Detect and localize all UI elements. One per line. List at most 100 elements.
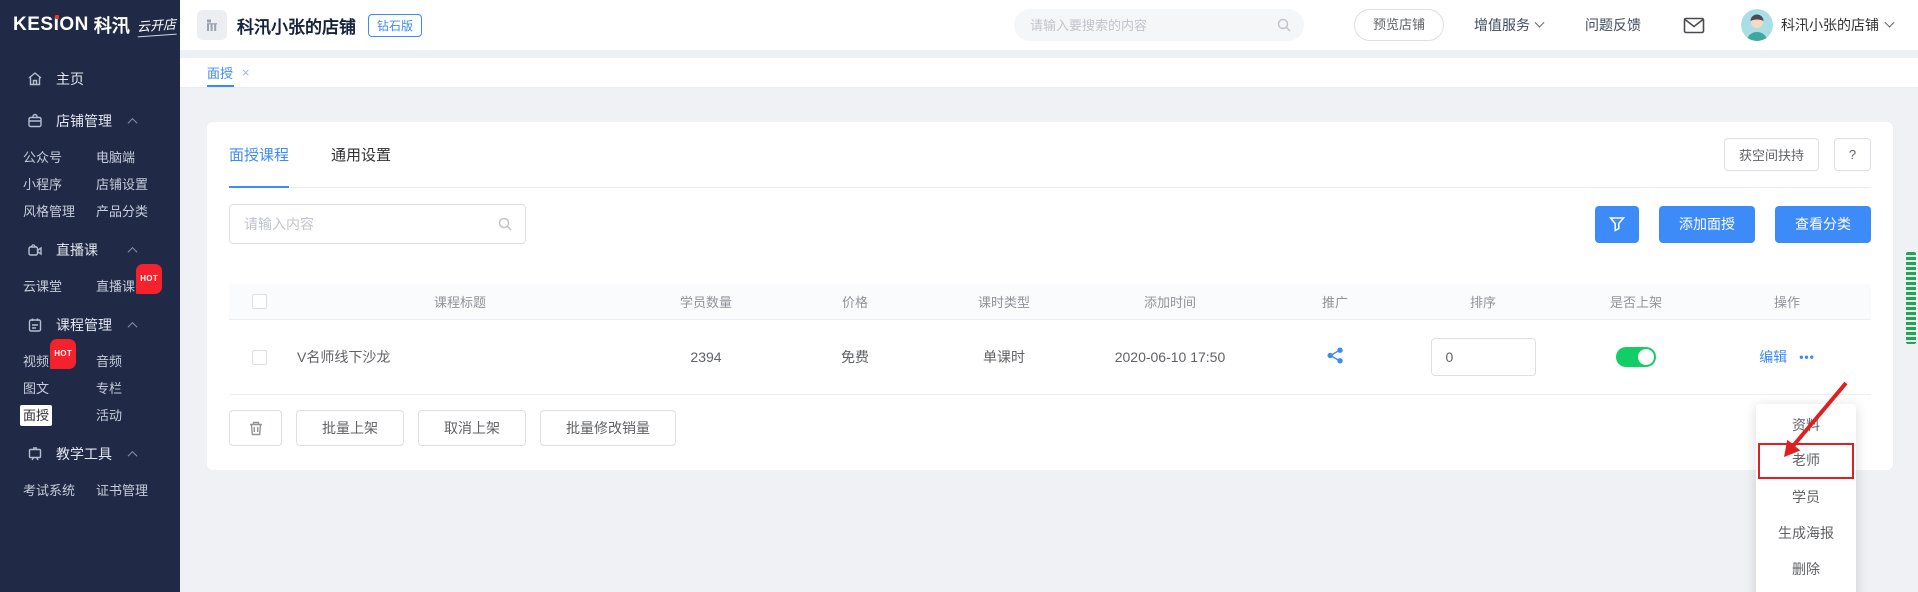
main-area: 科汛小张的店铺 钻石版 预览店铺 增值服务 问题反馈 <box>180 0 1918 592</box>
sidebar-item-mianshou-active[interactable]: 面授 <box>20 405 53 426</box>
sidebar-item-chanpinfenlei[interactable]: 产品分类 <box>93 198 151 225</box>
panel-header: 面授课程 通用设置 获空间扶持 ? <box>229 122 1871 188</box>
column-header-lesson-type: 课时类型 <box>977 295 1030 310</box>
chevron-up-icon <box>127 246 138 257</box>
sidebar-item-yunketang[interactable]: 云课堂 <box>20 273 65 300</box>
sidebar-group-tools[interactable]: 教学工具 <box>0 437 180 471</box>
batch-edit-sales-button[interactable]: 批量修改销量 <box>540 410 676 446</box>
hot-badge: HOT <box>136 264 163 294</box>
context-menu-item-shengchenghaibao[interactable]: 生成海报 <box>1756 515 1856 551</box>
page-tab-bar: 面授 × <box>180 58 1918 88</box>
sidebar-item-zhuanlan[interactable]: 专栏 <box>93 375 125 402</box>
batch-unshelve-button[interactable]: 取消上架 <box>418 410 526 446</box>
app-window: KESION 科汛 云开店 主页 店铺管理 公众号 电脑端 小程序 店铺设置 风… <box>0 0 1918 592</box>
context-menu-item-shanchu[interactable]: 删除 <box>1756 551 1856 587</box>
sidebar-group-live[interactable]: 直播课 <box>0 233 180 267</box>
context-menu-item-laoshi-highlighted[interactable]: 老师 <box>1758 443 1854 479</box>
column-header-promote: 推广 <box>1321 295 1348 310</box>
sidebar-item-shipin[interactable]: 视频 HOT <box>20 339 77 375</box>
sidebar-item-gongzhonghao[interactable]: 公众号 <box>20 144 65 171</box>
sidebar-item-home[interactable]: 主页 <box>0 62 180 96</box>
tab-mianshou-kecheng[interactable]: 面授课程 <box>229 122 290 188</box>
table-toolbar: 添加面授 查看分类 <box>229 204 1871 244</box>
panel-header-buttons: 获空间扶持 ? <box>1723 138 1871 171</box>
help-button[interactable]: ? <box>1834 138 1871 171</box>
share-icon[interactable] <box>1327 347 1344 364</box>
close-icon[interactable]: × <box>242 65 250 80</box>
column-header-students: 学员数量 <box>679 295 732 310</box>
course-panel: 面授课程 通用设置 获空间扶持 ? 请输入内容 添加面授 查看分类 课程标题 学… <box>207 122 1893 470</box>
sidebar-group-label: 店铺管理 <box>56 113 112 129</box>
course-title-cell: V名师线下沙龙 <box>297 349 391 365</box>
tab-tongyong-shezhi[interactable]: 通用设置 <box>331 122 391 187</box>
table-search-input[interactable] <box>244 216 497 232</box>
batch-actions: 批量上架 取消上架 批量修改销量 <box>229 410 1871 446</box>
video-camera-icon <box>27 242 44 259</box>
feedback-link[interactable]: 问题反馈 <box>1585 15 1641 35</box>
sidebar-submenu-tools: 考试系统 证书管理 <box>0 477 180 504</box>
row-context-menu: 资料 老师 学员 生成海报 删除 <box>1756 404 1856 592</box>
batch-delete-button[interactable] <box>229 410 282 446</box>
mail-icon[interactable] <box>1683 17 1705 34</box>
students-count-cell: 2394 <box>690 349 722 365</box>
avatar[interactable] <box>1741 9 1773 41</box>
value-added-services-menu[interactable]: 增值服务 <box>1474 15 1545 35</box>
lesson-type-cell: 单课时 <box>983 349 1025 365</box>
content-area: 面授课程 通用设置 获空间扶持 ? 请输入内容 添加面授 查看分类 课程标题 学… <box>180 88 1918 591</box>
space-support-button[interactable]: 获空间扶持 <box>1723 138 1819 171</box>
sidebar-item-xiaochengxu[interactable]: 小程序 <box>20 171 65 198</box>
column-header-added-time: 添加时间 <box>1143 295 1196 310</box>
search-icon[interactable] <box>1276 17 1292 33</box>
global-search <box>1013 9 1304 41</box>
price-cell: 免费 <box>841 349 869 365</box>
sidebar-item-yinpin[interactable]: 音频 <box>93 348 125 375</box>
sidebar-item-kaoshixitong[interactable]: 考试系统 <box>20 477 78 504</box>
search-icon[interactable] <box>497 216 513 232</box>
tab-mianshou[interactable]: 面授 × <box>207 58 250 87</box>
table-row: V名师线下沙龙 2394 免费 单课时 2020-06-10 17:50 0 编… <box>229 320 1871 395</box>
added-time-cell: 2020-06-10 17:50 <box>1114 349 1226 365</box>
scrollbar-thumb[interactable] <box>1906 252 1916 344</box>
filter-button[interactable] <box>1595 205 1639 243</box>
sort-order-input[interactable] <box>1430 338 1536 376</box>
context-menu-item-xueyuan[interactable]: 学员 <box>1756 479 1856 515</box>
calendar-icon <box>27 317 44 334</box>
add-course-button[interactable]: 添加面授 <box>1659 205 1755 243</box>
hot-badge: HOT <box>50 339 77 369</box>
sidebar-item-diannaoduan[interactable]: 电脑端 <box>93 144 138 171</box>
store-building-icon <box>197 10 227 40</box>
chevron-up-icon <box>127 321 138 332</box>
sidebar-item-zhengshuguanli[interactable]: 证书管理 <box>93 477 151 504</box>
global-search-input[interactable] <box>1029 17 1276 33</box>
chevron-up-icon <box>127 117 138 128</box>
sidebar-item-label: 主页 <box>56 71 84 87</box>
logo-script-text: 云开店 <box>136 13 177 37</box>
sidebar: KESION 科汛 云开店 主页 店铺管理 公众号 电脑端 小程序 店铺设置 风… <box>0 0 180 592</box>
column-header-actions: 操作 <box>1773 295 1800 310</box>
sidebar-item-tuwen[interactable]: 图文 <box>20 375 52 402</box>
view-category-button[interactable]: 查看分类 <box>1775 205 1871 243</box>
sidebar-item-huodong[interactable]: 活动 <box>93 402 125 429</box>
home-icon <box>27 71 44 88</box>
table-search <box>229 204 526 244</box>
on-shelf-toggle[interactable] <box>1616 347 1656 367</box>
sidebar-item-dianpushezhi[interactable]: 店铺设置 <box>93 171 151 198</box>
chevron-down-icon <box>1534 17 1545 28</box>
select-all-checkbox[interactable] <box>251 294 267 309</box>
account-menu[interactable]: 科汛小张的店铺 <box>1781 15 1895 35</box>
sidebar-item-zhiboke[interactable]: 直播课 HOT <box>93 264 163 300</box>
row-checkbox[interactable] <box>251 349 267 365</box>
more-actions-button[interactable]: ••• <box>1799 350 1815 364</box>
context-menu-item-ziliao[interactable]: 资料 <box>1756 407 1856 443</box>
sidebar-group-course[interactable]: 课程管理 <box>0 308 180 342</box>
sidebar-item-fenggeguanli[interactable]: 风格管理 <box>20 198 78 225</box>
toolbar-buttons: 添加面授 查看分类 <box>1595 205 1871 243</box>
easel-icon <box>27 446 44 463</box>
sidebar-group-shop[interactable]: 店铺管理 <box>0 104 180 138</box>
edit-link[interactable]: 编辑 <box>1759 347 1787 367</box>
page-title-store-name: 科汛小张的店铺 <box>237 17 356 37</box>
chevron-down-icon <box>1884 17 1895 28</box>
batch-shelve-button[interactable]: 批量上架 <box>296 410 404 446</box>
table-header-row: 课程标题 学员数量 价格 课时类型 添加时间 推广 排序 是否上架 操作 <box>229 284 1871 320</box>
preview-store-button[interactable]: 预览店铺 <box>1353 9 1444 41</box>
